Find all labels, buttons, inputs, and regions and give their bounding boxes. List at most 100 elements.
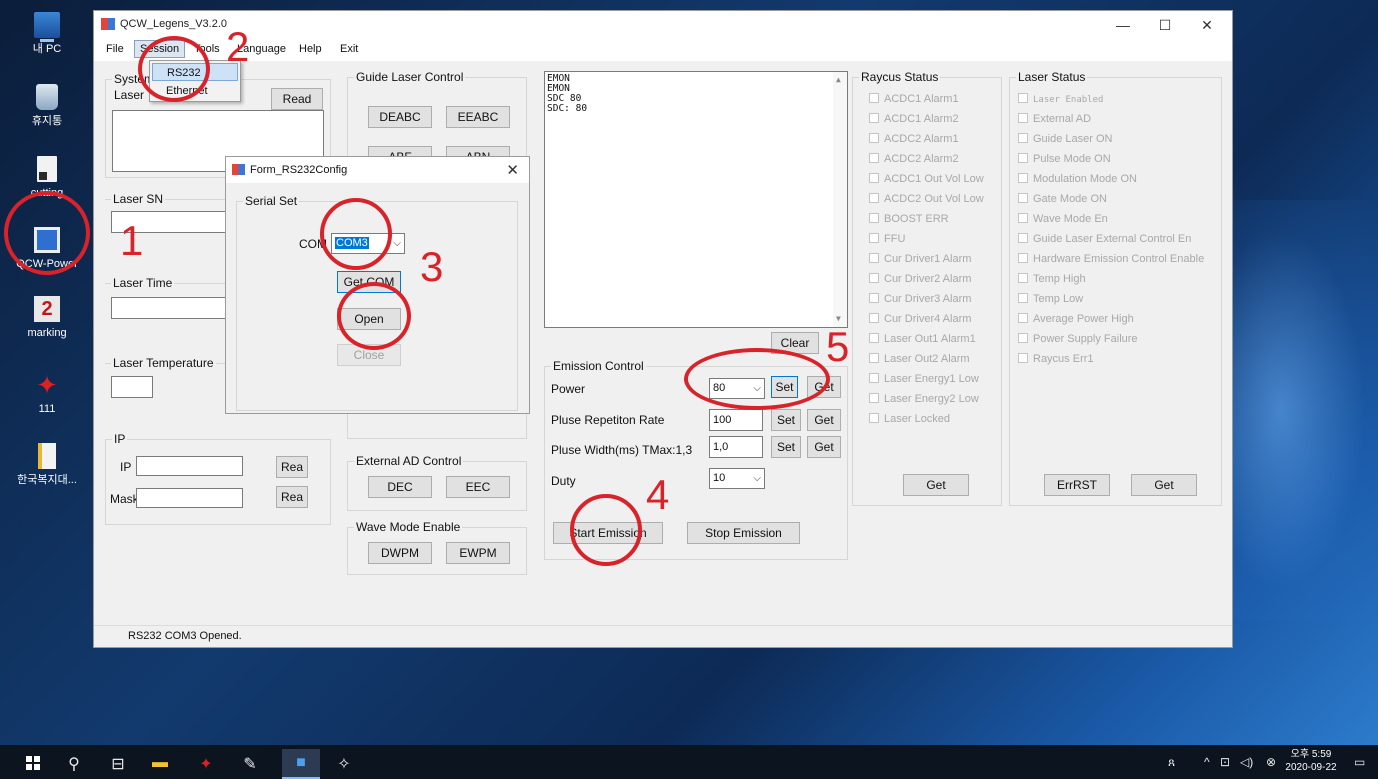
laser-status-check[interactable]: Temp High <box>1018 273 1086 291</box>
chevron-up-icon[interactable]: ^ <box>1204 755 1210 769</box>
prr-field[interactable]: 100 <box>709 409 763 431</box>
status-text: RS232 COM3 Opened. <box>128 630 242 642</box>
raycus-check[interactable]: ACDC2 Alarm2 <box>869 153 959 171</box>
laser-status-check[interactable]: Laser Enabled <box>1018 93 1103 111</box>
raycus-check[interactable]: FFU <box>869 233 905 251</box>
raycus-check[interactable]: ACDC2 Out Vol Low <box>869 193 984 211</box>
clock[interactable]: 오후 5:59 2020-09-22 <box>1284 748 1338 774</box>
annotation-number-5: 5 <box>826 323 850 370</box>
prr-set-button[interactable]: Set <box>771 409 801 431</box>
raycus-check[interactable]: BOOST ERR <box>869 213 949 231</box>
laser-status-check[interactable]: Temp Low <box>1018 293 1083 311</box>
laser-temp-field[interactable] <box>111 376 153 398</box>
log-line: SDC: 80 <box>547 103 588 114</box>
pw-get-button[interactable]: Get <box>807 436 841 458</box>
laser-status-check[interactable]: Hardware Emission Control Enable <box>1018 253 1204 271</box>
file-explorer-icon[interactable]: ▬ <box>150 754 170 772</box>
desktop-icon-marking[interactable]: 2 marking <box>12 296 82 340</box>
raycus-check[interactable]: Laser Out1 Alarm1 <box>869 333 976 351</box>
start-button[interactable] <box>26 756 40 770</box>
ip-read-button[interactable]: Rea <box>276 456 308 478</box>
star-app-icon[interactable]: ✦ <box>196 754 216 774</box>
mask-read-button[interactable]: Rea <box>276 486 308 508</box>
menu-exit[interactable]: Exit <box>340 43 358 55</box>
checkbox-icon <box>869 133 879 143</box>
raycus-check[interactable]: Laser Locked <box>869 413 950 431</box>
raycus-check[interactable]: ACDC1 Alarm1 <box>869 93 959 111</box>
ewpm-button[interactable]: EWPM <box>446 542 510 564</box>
laser-status-check[interactable]: Power Supply Failure <box>1018 333 1138 351</box>
raycus-check[interactable]: ACDC1 Alarm2 <box>869 113 959 131</box>
log-output[interactable]: EMON EMON SDC 80 SDC: 80 ▲ ▼ <box>544 71 848 328</box>
laser-status-check[interactable]: Raycus Err1 <box>1018 353 1094 371</box>
laser-status-check[interactable]: Guide Laser ON <box>1018 133 1112 151</box>
pw-set-button[interactable]: Set <box>771 436 801 458</box>
desktop-icon-label: 한국복지대... <box>17 474 77 486</box>
close-button[interactable]: ✕ <box>1190 16 1224 36</box>
volume-icon[interactable]: ◁) <box>1240 755 1253 769</box>
laser-status-check[interactable]: Average Power High <box>1018 313 1134 331</box>
qcw-app-icon[interactable]: ■ <box>291 754 311 772</box>
people-icon[interactable]: ጸ <box>1168 755 1175 770</box>
paint-icon[interactable]: ✎ <box>240 754 260 774</box>
eeabc-button[interactable]: EEABC <box>446 106 510 128</box>
laser-status-get-button[interactable]: Get <box>1131 474 1197 496</box>
laser-status-check[interactable]: External AD <box>1018 113 1091 131</box>
check-label: Cur Driver2 Alarm <box>884 273 972 285</box>
laser-status-check[interactable]: Pulse Mode ON <box>1018 153 1111 171</box>
check-label: ACDC2 Alarm1 <box>884 133 959 145</box>
stop-emission-button[interactable]: Stop Emission <box>687 522 800 544</box>
pulse-width-field[interactable]: 1,0 <box>709 436 763 458</box>
menu-file[interactable]: File <box>106 43 124 55</box>
read-button[interactable]: Read <box>271 88 323 110</box>
errrst-button[interactable]: ErrRST <box>1044 474 1110 496</box>
task-view-icon[interactable]: ⊟ <box>108 754 128 774</box>
desktop-icon-111[interactable]: ✦ 111 <box>12 372 82 416</box>
scroll-up-icon[interactable]: ▲ <box>836 75 841 85</box>
raycus-get-button[interactable]: Get <box>903 474 969 496</box>
eec-button[interactable]: EEC <box>446 476 510 498</box>
laser-status-check[interactable]: Wave Mode En <box>1018 213 1108 231</box>
desktop-icon-document[interactable]: 한국복지대... <box>12 443 82 487</box>
raycus-check[interactable]: Cur Driver2 Alarm <box>869 273 971 291</box>
checkbox-icon <box>1018 93 1028 103</box>
desktop-icon-recycle-bin[interactable]: 휴지통 <box>12 84 82 128</box>
mask-field[interactable] <box>136 488 243 508</box>
network-icon[interactable]: ⊡ <box>1220 755 1230 769</box>
maximize-button[interactable]: ☐ <box>1148 16 1182 36</box>
dwpm-button[interactable]: DWPM <box>368 542 432 564</box>
duty-select[interactable]: 10 ⌵ <box>709 468 765 489</box>
raycus-check[interactable]: Cur Driver1 Alarm <box>869 253 971 271</box>
raycus-check[interactable]: Laser Out2 Alarm <box>869 353 970 371</box>
desktop-icon-my-pc[interactable]: 내 PC <box>12 12 82 56</box>
raycus-check[interactable]: Laser Energy2 Low <box>869 393 979 411</box>
raycus-check[interactable]: Cur Driver4 Alarm <box>869 313 971 331</box>
notification-icon[interactable]: ▭ <box>1354 755 1365 769</box>
app-title-icon <box>101 18 115 30</box>
laser-status-check[interactable]: Gate Mode ON <box>1018 193 1107 211</box>
laser-time-field[interactable] <box>111 297 227 319</box>
minimize-button[interactable]: — <box>1106 16 1140 36</box>
raycus-check[interactable]: ACDC1 Out Vol Low <box>869 173 984 191</box>
recycle-bin-icon <box>36 84 58 110</box>
search-icon[interactable]: ⚲ <box>64 754 84 774</box>
network-app-icon[interactable]: ✧ <box>334 754 354 774</box>
deabc-button[interactable]: DEABC <box>368 106 432 128</box>
laser-temp-label: Laser Temperature <box>111 356 216 370</box>
check-label: ACDC1 Alarm1 <box>884 93 959 105</box>
serial-set-title: Serial Set <box>243 194 300 208</box>
menu-help[interactable]: Help <box>299 43 322 55</box>
laser-status-group: Laser Status Laser Enabled External AD G… <box>1009 70 1222 506</box>
dec-button[interactable]: DEC <box>368 476 432 498</box>
prr-get-button[interactable]: Get <box>807 409 841 431</box>
laser-status-check[interactable]: Guide Laser External Control En <box>1018 233 1191 251</box>
raycus-check[interactable]: Laser Energy1 Low <box>869 373 979 391</box>
raycus-check[interactable]: ACDC2 Alarm1 <box>869 133 959 151</box>
ip-field[interactable] <box>136 456 243 476</box>
dialog-close-button[interactable]: ✕ <box>506 161 519 179</box>
laser-status-check[interactable]: Modulation Mode ON <box>1018 173 1137 191</box>
raycus-check[interactable]: Cur Driver3 Alarm <box>869 293 971 311</box>
error-icon[interactable]: ⊗ <box>1266 755 1276 769</box>
power-label: Power <box>551 382 586 396</box>
log-scrollbar[interactable]: ▲ ▼ <box>833 72 847 327</box>
